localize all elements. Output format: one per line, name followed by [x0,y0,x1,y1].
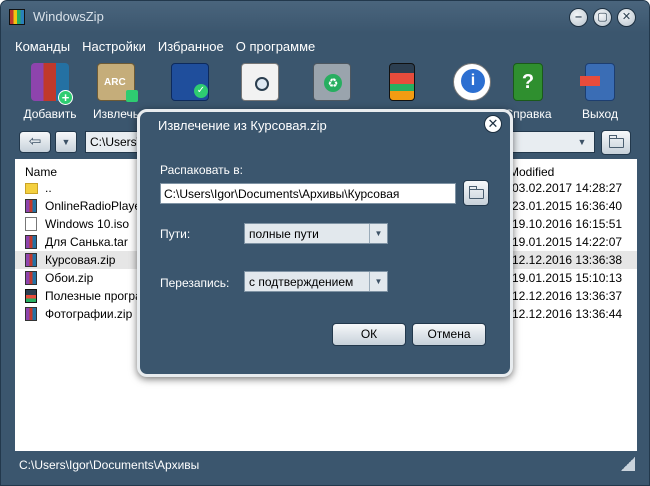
file-name: Фотографии.zip [45,307,133,321]
add-button[interactable]: + Добавить [15,61,85,121]
extract-dialog: Извлечение из Курсовая.zip ✕ Распаковать… [137,109,513,377]
chevron-down-icon: ▼ [369,272,387,291]
archive-icon [25,271,37,285]
title-bar: WindowsZip ‒ ▢ ✕ [1,1,649,33]
test-button[interactable]: ✓ [155,61,225,107]
menu-settings[interactable]: Настройки [82,39,146,57]
wizard-button[interactable] [367,61,437,107]
dialog-close-button[interactable]: ✕ [484,115,502,133]
folder-icon [608,135,624,148]
view-icon [241,63,279,101]
cancel-button[interactable]: Отмена [412,323,486,346]
file-modified: 19.10.2016 16:15:51 [512,217,623,231]
document-icon [25,217,37,231]
path-dropdown-button[interactable]: ▼ [571,132,593,152]
add-archive-icon: + [31,63,73,105]
menu-commands[interactable]: Команды [15,39,70,57]
wizard-icon [389,63,415,101]
menu-favorites[interactable]: Избранное [158,39,224,57]
extract-path-input[interactable]: C:\Users\Igor\Documents\Архивы\Курсовая [160,183,456,204]
file-modified: 23.01.2015 16:36:40 [512,199,623,213]
overwrite-select[interactable]: с подтверждением ▼ [244,271,388,292]
add-label: Добавить [23,107,77,121]
menu-about[interactable]: О программе [236,39,316,57]
file-name: OnlineRadioPlayer. [45,199,148,213]
archive-icon [25,307,37,321]
file-name: Для Санька.tar [45,235,128,249]
back-arrow-icon: ⇦ [28,133,42,150]
extract-icon: ARC [97,63,138,102]
help-icon: ? [513,63,543,101]
archive-icon [25,235,37,249]
delete-button[interactable]: ♻ [297,61,367,107]
application-icon [25,289,37,303]
maximize-button[interactable]: ▢ [593,8,612,27]
archive-icon [25,199,37,213]
file-modified: 03.02.2017 14:28:27 [512,181,623,195]
menu-bar: Команды Настройки Избранное О программе [15,39,315,57]
status-bar: C:\Users\Igor\Documents\Архивы [19,458,200,472]
paths-select[interactable]: полные пути ▼ [244,223,388,244]
browse-folder-button[interactable] [601,130,631,155]
file-modified: 19.01.2015 14:22:07 [512,235,623,249]
folder-icon [468,186,484,199]
archive-icon [25,253,37,267]
file-name: Полезные програ [45,289,142,303]
close-button[interactable]: ✕ [617,8,636,27]
file-modified: 12.12.2016 13:36:37 [512,289,623,303]
overwrite-value: с подтверждением [249,275,354,289]
info-icon: i [453,63,491,101]
resize-grip-icon[interactable] [621,457,635,471]
app-window: WindowsZip ‒ ▢ ✕ Команды Настройки Избра… [0,0,650,486]
column-header-modified[interactable]: Modified [509,165,554,179]
windowszip-app-icon [9,9,25,25]
folder-icon [25,183,38,194]
paths-value: полные пути [249,227,319,241]
overwrite-label: Перезапись: [160,276,230,290]
file-modified: 12.12.2016 13:36:38 [512,253,623,267]
view-button[interactable] [225,61,295,107]
ok-button[interactable]: ОК [332,323,406,346]
file-modified: 19.01.2015 15:10:13 [512,271,623,285]
chevron-down-icon: ▼ [369,224,387,243]
history-dropdown-button[interactable]: ▼ [55,131,77,153]
chevron-down-icon: ▼ [61,137,71,147]
test-icon: ✓ [171,63,209,101]
exit-button[interactable]: Выход [565,61,635,121]
chevron-down-icon: ▼ [577,137,587,147]
dialog-title: Извлечение из Курсовая.zip [158,118,327,133]
column-header-name[interactable]: Name [25,165,57,179]
paths-label: Пути: [160,227,191,241]
exit-label: Выход [582,107,618,121]
file-name: Windows 10.iso [45,217,130,231]
back-button[interactable]: ⇦ [19,131,51,153]
window-title: WindowsZip [33,9,104,24]
minimize-button[interactable]: ‒ [569,8,588,27]
file-name: Курсовая.zip [45,253,116,267]
exit-icon [580,63,615,101]
extract-to-label: Распаковать в: [160,163,243,177]
file-name: Обои.zip [45,271,94,285]
file-name: .. [45,181,52,195]
browse-destination-button[interactable] [463,180,489,206]
delete-icon: ♻ [313,63,351,101]
file-modified: 12.12.2016 13:36:44 [512,307,623,321]
